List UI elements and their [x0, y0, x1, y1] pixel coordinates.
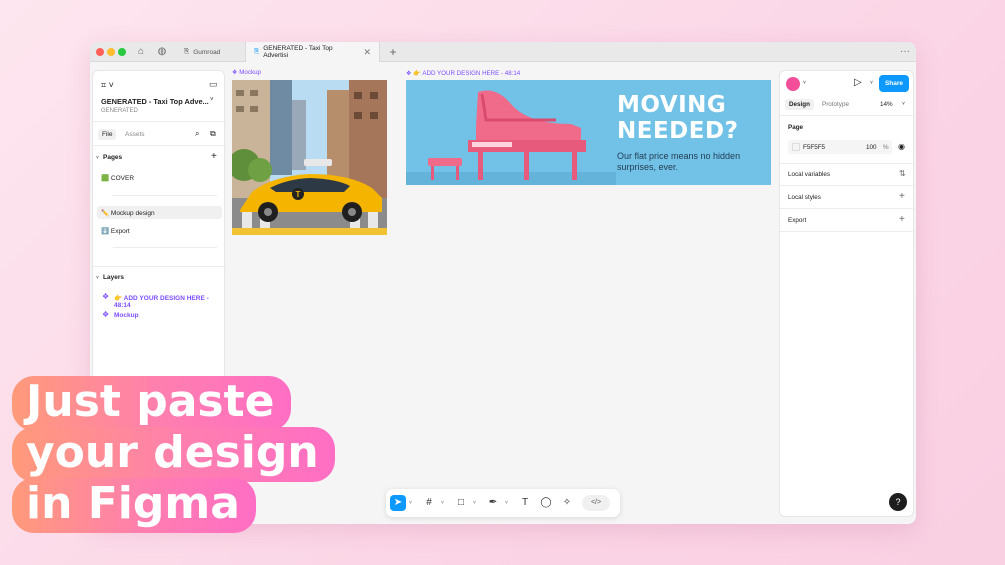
- chevron-down-icon[interactable]: ˅: [210, 97, 214, 103]
- promo-line-1: Just paste: [12, 376, 291, 431]
- chevron-down-icon[interactable]: ˅: [505, 500, 508, 506]
- page-opacity-value[interactable]: 100: [866, 144, 877, 151]
- layer-item-add-design[interactable]: 👉 ADD YOUR DESIGN HERE - 48:14: [114, 294, 224, 309]
- dev-mode-toggle[interactable]: </>: [582, 495, 610, 511]
- zoom-level[interactable]: 14%: [880, 101, 893, 108]
- page-section-heading: Page: [788, 124, 804, 131]
- layers-heading: Layers: [103, 274, 124, 281]
- taxi-logo: T: [296, 190, 301, 199]
- frame-tool-icon[interactable]: #: [421, 495, 437, 511]
- share-button[interactable]: Share: [879, 75, 909, 92]
- add-style-button[interactable]: +: [899, 191, 905, 202]
- maximize-window-button[interactable]: [118, 48, 126, 56]
- chevron-down-icon[interactable]: ˅: [409, 500, 412, 506]
- color-swatch[interactable]: [792, 143, 800, 151]
- figma-menu-icon[interactable]: ⌗ ˅: [101, 80, 114, 91]
- tab-assets[interactable]: Assets: [125, 131, 145, 138]
- right-panel: ˅ ▷ ˅ Share Design Prototype 14% ˅ Page …: [779, 70, 915, 517]
- export-section[interactable]: Export: [788, 217, 806, 224]
- collapse-layers-icon[interactable]: ˅: [96, 275, 99, 281]
- tab-file[interactable]: File: [98, 129, 117, 140]
- figma-file-icon: ⎘: [184, 48, 190, 55]
- variables-icon[interactable]: ⇅: [899, 169, 906, 178]
- eye-icon[interactable]: ◉: [898, 142, 905, 151]
- taxi-mockup-image: T: [232, 80, 387, 235]
- pages-heading: Pages: [103, 154, 123, 161]
- home-icon[interactable]: ⌂: [134, 45, 148, 59]
- present-play-icon[interactable]: ▷: [854, 77, 862, 88]
- library-icon[interactable]: ⧉: [210, 129, 216, 139]
- tab-generated-file[interactable]: ⎘ GENERATED - Taxi Top Advertisi ✕: [246, 42, 380, 62]
- minimize-window-button[interactable]: [107, 48, 115, 56]
- mockup-frame[interactable]: T: [232, 80, 387, 235]
- comment-tool-icon[interactable]: ◯: [538, 495, 554, 511]
- layer-item-mockup[interactable]: Mockup: [114, 312, 139, 319]
- local-variables-section[interactable]: Local variables: [788, 171, 830, 178]
- bottom-toolbar: ➤ ˅ # ˅ □ ˅ ✒ ˅ T ◯ ✧ </>: [386, 489, 620, 517]
- more-options-icon[interactable]: ···: [898, 45, 912, 59]
- collapse-pages-icon[interactable]: ˅: [96, 155, 99, 161]
- component-icon: ❖: [102, 292, 110, 301]
- rectangle-tool-icon[interactable]: □: [453, 495, 469, 511]
- promo-line-3: in Figma: [12, 478, 256, 533]
- percent-label: %: [883, 144, 889, 151]
- chevron-down-icon[interactable]: ˅: [870, 80, 873, 86]
- banner-heading-line-1: MOVING: [617, 92, 727, 118]
- component-icon: ❖: [102, 310, 110, 319]
- close-window-button[interactable]: [96, 48, 104, 56]
- banner-frame-label[interactable]: ❖ 👉 ADD YOUR DESIGN HERE - 48:14: [406, 69, 520, 77]
- promo-line-2: your design: [12, 427, 335, 482]
- file-subtitle: GENERATED: [101, 108, 138, 114]
- chevron-down-icon[interactable]: ˅: [441, 500, 444, 506]
- add-export-button[interactable]: +: [899, 214, 905, 225]
- chevron-down-icon[interactable]: ˅: [902, 101, 905, 107]
- avatar[interactable]: [786, 77, 800, 91]
- add-page-button[interactable]: +: [211, 151, 217, 162]
- pen-tool-icon[interactable]: ✒: [485, 495, 501, 511]
- piano-image: [406, 90, 616, 185]
- help-button[interactable]: ?: [889, 493, 907, 511]
- text-tool-icon[interactable]: T: [517, 495, 533, 511]
- page-item-export[interactable]: ⬇️ Export: [101, 227, 130, 235]
- banner-body-line-1: Our flat price means no hidden: [617, 151, 741, 161]
- globe-icon[interactable]: ◍: [155, 45, 169, 59]
- promo-overlay: Just paste your design in Figma: [12, 376, 335, 533]
- local-styles-section[interactable]: Local styles: [788, 194, 821, 201]
- chevron-down-icon[interactable]: ˅: [473, 500, 476, 506]
- tab-gumroad[interactable]: ⎘ Gumroad: [176, 42, 246, 62]
- page-color-value[interactable]: F5F5F5: [803, 144, 825, 151]
- tab-bar: ⌂ ◍ ⎘ Gumroad ⎘ GENERATED - Taxi Top Adv…: [90, 42, 916, 62]
- figma-file-icon: ⎘: [254, 48, 260, 55]
- move-tool-icon[interactable]: ➤: [390, 495, 406, 511]
- file-title[interactable]: GENERATED - Taxi Top Adve...: [101, 97, 209, 106]
- actions-tool-icon[interactable]: ✧: [559, 495, 575, 511]
- close-tab-icon[interactable]: ✕: [363, 47, 371, 58]
- page-item-mockup-design[interactable]: ✏️ Mockup design: [101, 209, 155, 217]
- page-item-cover[interactable]: 🟩 COVER: [101, 174, 134, 182]
- tab-design[interactable]: Design: [785, 99, 814, 110]
- tab-prototype[interactable]: Prototype: [822, 101, 849, 108]
- new-tab-button[interactable]: +: [386, 45, 400, 59]
- mockup-frame-label[interactable]: ❖ Mockup: [232, 69, 261, 76]
- chevron-down-icon[interactable]: ˅: [803, 80, 806, 86]
- banner-frame[interactable]: MOVING NEEDED? Our flat price means no h…: [406, 80, 771, 185]
- banner-heading-line-2: NEEDED?: [617, 118, 739, 144]
- sidebar-toggle-icon[interactable]: ▭: [209, 79, 218, 90]
- search-icon[interactable]: ⌕: [195, 129, 199, 139]
- banner-body-line-2: surprises, ever.: [617, 162, 679, 172]
